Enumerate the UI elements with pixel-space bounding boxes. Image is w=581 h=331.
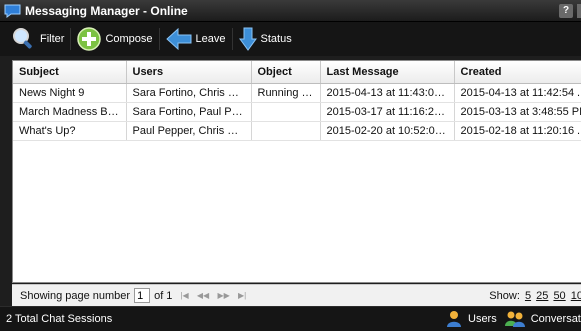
users-label: Users (468, 313, 497, 325)
toolbar-separator (158, 28, 160, 50)
user-icon (447, 311, 461, 327)
cell-subject: News Night 9 (13, 83, 127, 103)
status-label: Status (260, 33, 292, 45)
cell-subject: What's Up? (13, 121, 127, 141)
previous-page-icon[interactable]: ◀◀ (197, 291, 209, 300)
first-page-icon[interactable]: |◀ (180, 291, 188, 300)
arrow-left-icon (165, 28, 192, 50)
toolbar-separator (231, 28, 233, 50)
page-number-input[interactable] (134, 288, 151, 303)
chat-bubble-icon (4, 4, 21, 18)
cell-last-message: 2015-02-20 at 10:52:05 AM (320, 121, 455, 141)
cell-users: Paul Pepper, Chris King (126, 121, 252, 141)
pagination-bar: Showing page number of 1 |◀ ◀◀ ▶▶ ▶| Sho… (12, 284, 581, 306)
table-row[interactable]: What's Up? Paul Pepper, Chris King 2015-… (13, 121, 581, 141)
cell-last-message: 2015-03-17 at 11:16:21 AM (320, 102, 455, 122)
sessions-table: Subject Users Object Last Message Create… (13, 61, 581, 141)
conversations-button[interactable]: Conversatio (504, 310, 581, 328)
last-page-icon[interactable]: ▶| (238, 291, 246, 300)
help-button[interactable]: ? (559, 4, 573, 18)
header-row: Subject Users Object Last Message Create… (13, 61, 581, 84)
group-users-icon (504, 311, 525, 327)
column-header-created[interactable]: Created (454, 61, 581, 84)
column-header-subject[interactable]: Subject (13, 61, 127, 84)
compose-label: Compose (105, 33, 153, 45)
users-button[interactable]: Users (446, 310, 497, 328)
chat-sessions-grid: Subject Users Object Last Message Create… (12, 60, 581, 283)
magnifier-icon (13, 28, 32, 49)
filter-button[interactable]: Filter (8, 22, 68, 56)
column-header-users[interactable]: Users (126, 61, 252, 84)
page-size-50[interactable]: 50 (553, 290, 565, 302)
cell-created: 2015-04-13 at 11:42:54 AM (454, 83, 581, 103)
cell-created: 2015-03-13 at 3:48:55 PM (454, 102, 581, 122)
conversations-label: Conversatio (530, 313, 581, 325)
column-header-object[interactable]: Object (251, 61, 321, 84)
status-button[interactable]: Status (235, 22, 296, 56)
show-label: Show: (489, 289, 520, 302)
next-page-icon[interactable]: ▶▶ (217, 291, 229, 300)
cell-object: Running Order (251, 83, 321, 103)
filter-label: Filter (40, 33, 65, 45)
compose-button[interactable]: Compose (73, 22, 156, 56)
cell-object (251, 102, 321, 122)
page-size-25[interactable]: 25 (536, 290, 548, 302)
title-bar: Messaging Manager - Online ? (0, 0, 581, 22)
cell-last-message: 2015-04-13 at 11:43:02 AM (320, 83, 455, 103)
page-count-label: of 1 (154, 289, 173, 302)
status-actions: Users Conversatio (446, 310, 581, 328)
leave-button[interactable]: Leave (162, 22, 230, 56)
cell-subject: March Madness Brackets (13, 102, 127, 122)
cell-users: Sara Fortino, Paul Pepper,... (126, 102, 252, 122)
cell-users: Sara Fortino, Chris King (126, 83, 252, 103)
page-size-100[interactable]: 10 (571, 290, 581, 302)
table-row[interactable]: March Madness Brackets Sara Fortino, Pau… (13, 102, 581, 122)
cell-created: 2015-02-18 at 11:20:16 AM (454, 121, 581, 141)
leave-label: Leave (195, 33, 226, 45)
arrow-down-icon (238, 27, 257, 51)
toolbar: Filter Compose Leave Status (0, 22, 581, 56)
status-bar: 2 Total Chat Sessions Users Conversatio (0, 306, 581, 331)
toolbar-separator (70, 28, 72, 50)
session-count: 2 Total Chat Sessions (6, 313, 113, 325)
table-row[interactable]: News Night 9 Sara Fortino, Chris King Ru… (13, 83, 581, 103)
page-size-5[interactable]: 5 (525, 290, 531, 302)
plus-circle-icon (77, 27, 102, 51)
page-size-selector: Show: 5 25 50 10 (489, 290, 581, 302)
pager-navigation: |◀ ◀◀ ▶▶ ▶| (180, 291, 252, 300)
column-header-last-message[interactable]: Last Message (320, 61, 455, 84)
page-number-label: Showing page number (20, 289, 131, 302)
window-title: Messaging Manager - Online (25, 3, 188, 18)
cell-object (251, 121, 321, 141)
window-edge (577, 4, 581, 18)
